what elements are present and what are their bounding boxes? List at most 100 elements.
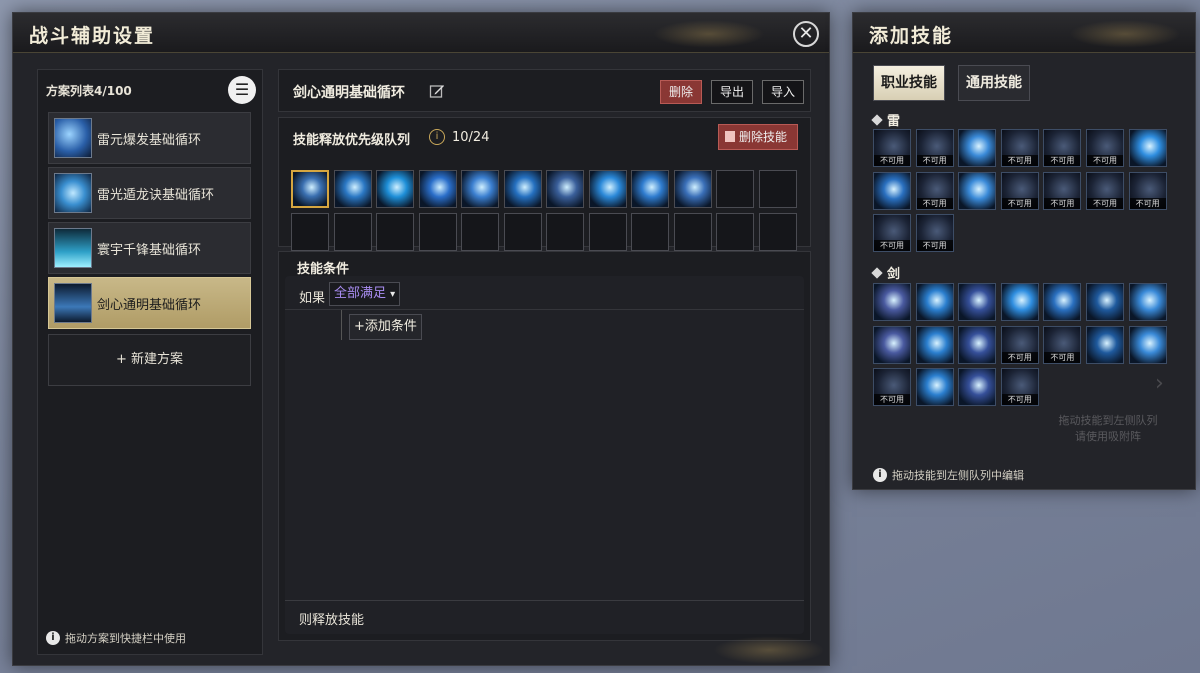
menu-icon[interactable]: ☰ [228, 76, 256, 104]
edit-icon[interactable] [429, 83, 445, 99]
tree-connector [341, 310, 342, 340]
queue-empty-slot[interactable] [673, 213, 712, 251]
queue-empty-slot[interactable] [461, 213, 499, 251]
tab-class-skills[interactable]: 职业技能 [873, 65, 945, 101]
sword-heart-icon [54, 283, 92, 323]
skill-icon[interactable] [915, 325, 954, 364]
scheme-item-thunder-burst[interactable]: 雷元爆发基础循环 [48, 112, 251, 164]
unavailable-label: 不可用 [874, 394, 910, 405]
queue-empty-slot[interactable] [546, 213, 584, 251]
skill-icon-unavailable[interactable]: 不可用 [1000, 368, 1039, 406]
close-button[interactable]: ✕ [793, 21, 819, 47]
skill-hint-text: 拖动技能到左侧队列中编辑 [892, 469, 1024, 482]
panel-title: 战斗辅助设置 [29, 25, 156, 47]
skill-icon-unavailable[interactable]: 不可用 [1000, 129, 1039, 167]
queue-empty-slot[interactable] [291, 213, 329, 251]
skill-icon[interactable] [1128, 325, 1167, 364]
skill-icon[interactable] [958, 368, 997, 406]
queue-skill-slot[interactable] [333, 170, 372, 208]
queue-empty-slot[interactable] [758, 170, 797, 208]
add-skill-panel: 添加技能 职业技能 通用技能 雷 剑 › 拖动技能到左侧队列 请使用吸附阵 i … [852, 12, 1196, 490]
queue-skill-slot[interactable] [546, 170, 584, 208]
unavailable-label: 不可用 [1087, 197, 1123, 209]
skill-icon[interactable] [1128, 283, 1167, 321]
skill-icon-unavailable[interactable]: 不可用 [915, 171, 954, 210]
scheme-item-sword-heart[interactable]: 剑心通明基础循环 [48, 277, 251, 329]
scheme-item-thousand-blades[interactable]: 寰宇千锋基础循环 [48, 222, 251, 274]
skill-icon-unavailable[interactable]: 不可用 [873, 214, 911, 252]
unavailable-label: 不可用 [916, 197, 953, 209]
queue-empty-slot[interactable] [631, 213, 669, 251]
skill-icon[interactable] [1128, 129, 1167, 167]
skill-icon-unavailable[interactable]: 不可用 [873, 129, 911, 167]
queue-empty-slot[interactable] [333, 213, 372, 251]
queue-skill-slot[interactable] [673, 170, 712, 208]
queue-skill-slot[interactable] [631, 170, 669, 208]
add-condition-button[interactable]: +添加条件 [349, 314, 422, 340]
queue-skill-slot[interactable] [461, 170, 499, 208]
skill-icon[interactable] [1043, 283, 1082, 321]
if-row: 如果 全部满足 ▾ [285, 280, 804, 310]
queue-skill-slot[interactable] [418, 170, 457, 208]
queue-empty-slot[interactable] [716, 170, 754, 208]
skill-icon[interactable] [915, 283, 954, 321]
skill-icon-unavailable[interactable]: 不可用 [1043, 171, 1082, 210]
skill-icon[interactable] [873, 325, 911, 364]
category-label: 雷 [887, 114, 901, 129]
queue-count: 10/24 [452, 130, 490, 145]
skill-icon[interactable] [915, 368, 954, 406]
queue-skill-slot[interactable] [588, 170, 627, 208]
faded-text-line: 拖动技能到左侧队列 [1058, 414, 1158, 427]
import-button[interactable]: 导入 [761, 80, 804, 104]
cloud-decoration [709, 635, 829, 665]
skill-icon[interactable] [1000, 283, 1039, 321]
skill-icon[interactable] [873, 171, 911, 210]
queue-empty-slot[interactable] [376, 213, 414, 251]
skill-icon[interactable] [1086, 325, 1124, 364]
skill-icon-unavailable[interactable]: 不可用 [915, 129, 954, 167]
thunder-burst-icon [54, 118, 92, 158]
scheme-label: 寰宇千锋基础循环 [97, 243, 202, 258]
unavailable-label: 不可用 [916, 155, 953, 166]
skill-icon-unavailable[interactable]: 不可用 [1043, 325, 1082, 364]
skill-icon[interactable] [1086, 283, 1124, 321]
cloud-decoration [649, 19, 769, 49]
unavailable-label: 不可用 [916, 240, 953, 251]
title-bar: 添加技能 [853, 13, 1195, 53]
queue-empty-slot[interactable] [758, 213, 797, 251]
queue-skill-slot[interactable] [376, 170, 414, 208]
skill-icon[interactable] [958, 129, 997, 167]
skill-icon-unavailable[interactable]: 不可用 [915, 214, 954, 252]
unavailable-label: 不可用 [1001, 394, 1038, 405]
info-icon: i [873, 468, 887, 482]
new-scheme-button[interactable]: + 新建方案 [48, 334, 251, 386]
skill-icon[interactable] [958, 283, 997, 321]
skill-icon-unavailable[interactable]: 不可用 [1086, 171, 1124, 210]
skill-icon-unavailable[interactable]: 不可用 [1043, 129, 1082, 167]
tab-general-skills[interactable]: 通用技能 [958, 65, 1030, 101]
queue-empty-slot[interactable] [588, 213, 627, 251]
queue-empty-slot[interactable] [503, 213, 542, 251]
delete-skill-label: 删除技能 [738, 130, 787, 144]
skill-icon[interactable] [873, 283, 911, 321]
skill-icon[interactable] [958, 325, 997, 364]
skill-icon-unavailable[interactable]: 不可用 [1000, 325, 1039, 364]
unavailable-label: 不可用 [1001, 155, 1038, 166]
skill-icon-unavailable[interactable]: 不可用 [1086, 129, 1124, 167]
queue-skill-slot[interactable] [503, 170, 542, 208]
scheme-item-thunder-dragon[interactable]: 雷光遁龙诀基础循环 [48, 167, 251, 219]
skill-icon[interactable] [958, 171, 997, 210]
export-button[interactable]: 导出 [710, 80, 753, 104]
queue-empty-slot[interactable] [716, 213, 754, 251]
info-icon[interactable]: i [429, 129, 445, 145]
match-mode-value: 全部满足 [334, 286, 387, 301]
skill-icon-unavailable[interactable]: 不可用 [1000, 171, 1039, 210]
skill-icon-unavailable[interactable]: 不可用 [873, 368, 911, 406]
match-mode-select[interactable]: 全部满足 ▾ [329, 282, 401, 306]
queue-skill-slot[interactable] [291, 170, 329, 208]
diamond-icon [871, 114, 883, 126]
queue-empty-slot[interactable] [418, 213, 457, 251]
delete-scheme-button[interactable]: 删除 [659, 80, 702, 104]
skill-icon-unavailable[interactable]: 不可用 [1128, 171, 1167, 210]
delete-skill-button[interactable]: 删除技能 [717, 124, 798, 150]
